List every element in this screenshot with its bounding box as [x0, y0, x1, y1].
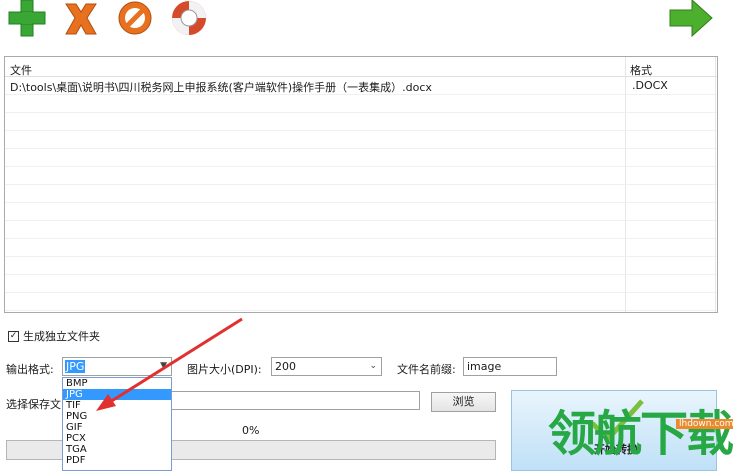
output-format-dropdown[interactable]: BMP JPG TIF PNG GIF PCX TGA PDF: [62, 377, 172, 471]
dpi-value: 200: [275, 360, 296, 373]
prefix-label: 文件名前缀:: [397, 363, 456, 376]
file-format: .DOCX: [632, 79, 668, 92]
column-header-file[interactable]: 文件: [10, 62, 32, 78]
file-row[interactable]: D:\tools\桌面\说明书\四川税务网上申报系统(客户端软件)操作手册（一表…: [5, 77, 717, 95]
dpi-label: 图片大小(DPI):: [187, 363, 262, 376]
next-button[interactable]: [668, 0, 714, 40]
empty-row: [5, 131, 717, 149]
format-option-tif[interactable]: TIF: [63, 400, 171, 411]
chevron-down-icon[interactable]: ⌄: [369, 361, 377, 371]
prefix-input[interactable]: image: [463, 357, 557, 376]
empty-row: [5, 203, 717, 221]
separate-folder-checkbox[interactable]: ✓: [8, 330, 19, 342]
output-format-label: 输出格式:: [6, 363, 54, 376]
output-format-select[interactable]: JPG ▼: [62, 357, 172, 376]
watermark-text: 领航下载: [548, 406, 733, 462]
empty-row: [5, 257, 717, 275]
watermark-url: lhdown.com: [676, 419, 733, 429]
add-icon: [8, 0, 46, 37]
help-button[interactable]: [166, 0, 212, 40]
arrow-right-icon: [669, 0, 713, 38]
empty-row: [5, 95, 717, 113]
empty-row: [5, 275, 717, 293]
format-option-gif[interactable]: GIF: [63, 422, 171, 433]
empty-row: [5, 221, 717, 239]
output-format-value: JPG: [65, 360, 86, 373]
delete-icon: [65, 3, 97, 35]
format-option-png[interactable]: PNG: [63, 411, 171, 422]
clear-button[interactable]: [112, 0, 158, 40]
format-option-jpg[interactable]: JPG: [63, 389, 171, 400]
save-dir-input[interactable]: [170, 391, 420, 410]
save-dir-label: 选择保存文: [6, 398, 61, 411]
clear-icon: [118, 1, 152, 35]
separate-folder-label: 生成独立文件夹: [23, 330, 100, 343]
empty-row: [5, 113, 717, 131]
help-lifebuoy-icon: [172, 1, 206, 35]
file-list[interactable]: 文件 格式 D:\tools\桌面\说明书\四川税务网上申报系统(客户端软件)操…: [4, 56, 718, 313]
empty-row: [5, 149, 717, 167]
progress-percent: 0%: [242, 424, 260, 437]
format-option-pdf[interactable]: PDF: [63, 455, 171, 466]
file-path: D:\tools\桌面\说明书\四川税务网上申报系统(客户端软件)操作手册（一表…: [10, 81, 432, 94]
file-list-header: 文件 格式: [5, 57, 717, 77]
format-option-bmp[interactable]: BMP: [63, 378, 171, 389]
dpi-select[interactable]: 200 ⌄: [271, 357, 382, 376]
empty-row: [5, 239, 717, 257]
chevron-down-icon[interactable]: ▼: [160, 361, 167, 371]
separate-folder-option[interactable]: ✓ 生成独立文件夹: [8, 328, 100, 344]
column-header-format[interactable]: 格式: [630, 62, 652, 78]
format-option-tga[interactable]: TGA: [63, 444, 171, 455]
add-button[interactable]: [4, 0, 50, 40]
empty-row: [5, 293, 717, 311]
empty-row: [5, 185, 717, 203]
empty-row: [5, 167, 717, 185]
browse-button[interactable]: 浏览: [431, 392, 496, 412]
format-option-pcx[interactable]: PCX: [63, 433, 171, 444]
delete-button[interactable]: [58, 0, 104, 40]
